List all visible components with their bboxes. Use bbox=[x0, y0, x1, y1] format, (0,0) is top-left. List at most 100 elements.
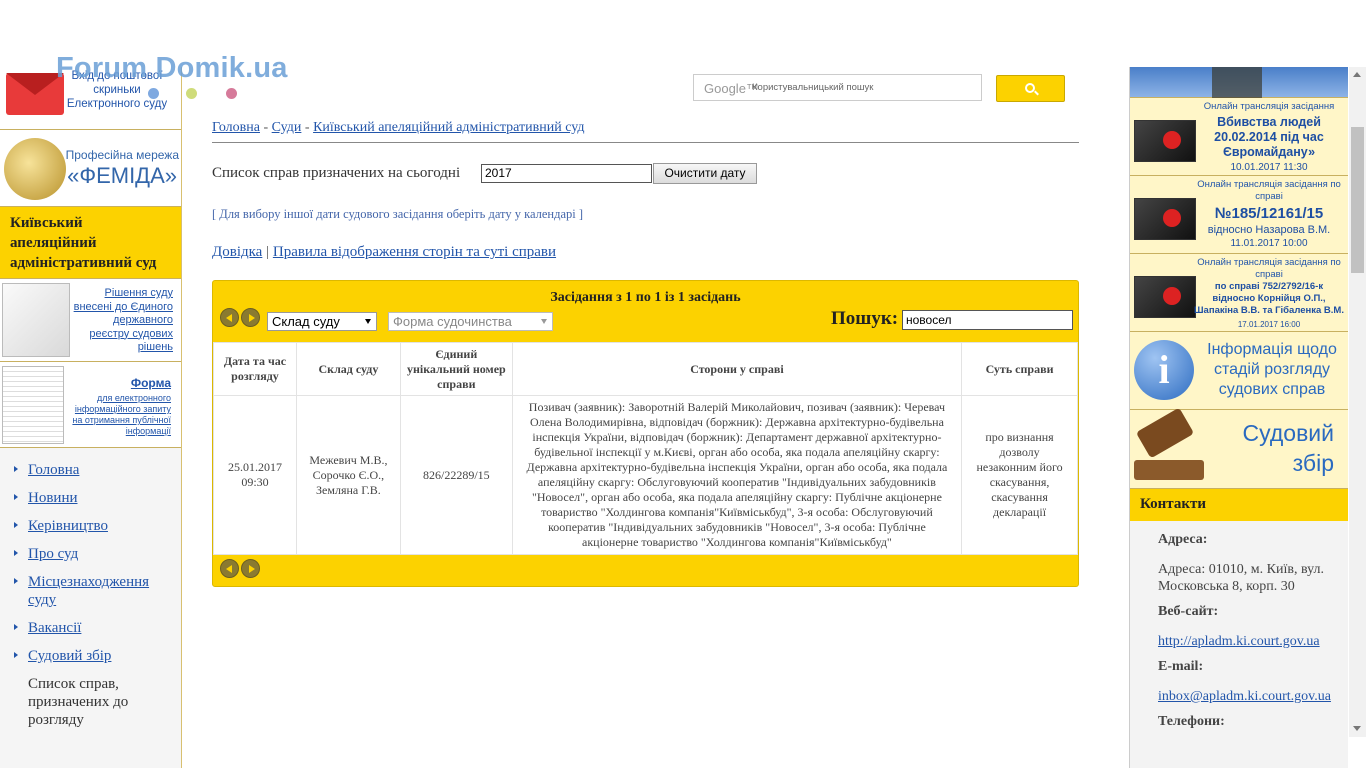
display-rules-link[interactable]: Правила відображення сторін та суті спра… bbox=[273, 244, 556, 260]
stream-header: Онлайн трансляція засідання bbox=[1203, 101, 1335, 112]
table-search-label: Пошук: bbox=[831, 308, 899, 329]
prev-page-icon[interactable] bbox=[220, 308, 239, 327]
google-logo: Google™ bbox=[704, 81, 759, 96]
cell-case-number: 826/22289/15 bbox=[399, 395, 513, 555]
stream-title: Вбивства людей 20.02.2014 під час Єврома… bbox=[1214, 115, 1324, 159]
nav-label[interactable]: Новини bbox=[28, 490, 78, 506]
document-icon bbox=[2, 366, 64, 444]
nav-item-vacancies[interactable]: Вакансії bbox=[0, 614, 181, 642]
reestr-link[interactable]: Рішення суду внесені до Єдиного державно… bbox=[73, 287, 173, 355]
stream-banner-3[interactable]: Онлайн трансляція засідання по справі по… bbox=[1130, 254, 1348, 332]
help-link[interactable]: Довідка bbox=[212, 244, 262, 260]
chevron-down-icon bbox=[365, 319, 371, 324]
address-label: Адреса: bbox=[1158, 532, 1208, 547]
cell-datetime: 25.01.2017 09:30 bbox=[213, 395, 297, 555]
stream-title: по справі 752/2792/16-к відносно Корнійц… bbox=[1194, 281, 1344, 316]
date-field[interactable]: 2017 bbox=[481, 164, 652, 183]
stream-date: 11.01.2017 10:00 bbox=[1230, 238, 1308, 249]
dot-blue-icon bbox=[148, 88, 159, 99]
col-case-number[interactable]: Єдиний унікальний номер справи bbox=[399, 342, 513, 396]
col-judges[interactable]: Склад суду bbox=[295, 342, 401, 396]
stream-title: №185/12161/15 bbox=[1214, 205, 1324, 222]
bullet-arrow-icon bbox=[14, 578, 18, 584]
next-page-bottom-icon[interactable] bbox=[241, 559, 260, 578]
nav-item-about[interactable]: Про суд bbox=[0, 540, 181, 568]
prev-page-bottom-icon[interactable] bbox=[220, 559, 239, 578]
clear-date-button[interactable]: Очистити дату bbox=[653, 163, 757, 184]
bullet-arrow-icon bbox=[14, 624, 18, 630]
breadcrumb-courts[interactable]: Суди bbox=[272, 120, 302, 135]
next-page-icon[interactable] bbox=[241, 308, 260, 327]
stream-banner-2[interactable]: Онлайн трансляція засідання по справі №1… bbox=[1130, 176, 1348, 254]
bullet-arrow-icon bbox=[14, 550, 18, 556]
reestr-banner[interactable]: Рішення суду внесені до Єдиного державно… bbox=[0, 279, 181, 362]
dot-green-icon bbox=[186, 88, 197, 99]
search-icon-handle bbox=[1034, 90, 1039, 96]
court-fee-banner[interactable]: Судовий збір bbox=[1130, 407, 1348, 489]
scroll-down-icon[interactable] bbox=[1353, 726, 1361, 731]
stream-banner-1[interactable]: Онлайн трансляція засідання Вбивства люд… bbox=[1130, 98, 1348, 176]
bullet-arrow-icon bbox=[14, 466, 18, 472]
case-stage-info-label: Інформація щодо стадій розгляду судових … bbox=[1207, 341, 1337, 398]
col-parties[interactable]: Сторони у справі bbox=[511, 342, 963, 396]
info-request-banner[interactable]: Форма для електронного інформаційного за… bbox=[0, 362, 181, 448]
nav-item-home[interactable]: Головна bbox=[0, 456, 181, 484]
breadcrumb-sep: - bbox=[263, 120, 269, 135]
proceeding-form-select[interactable]: Форма судочинства bbox=[388, 312, 553, 331]
court-composition-select[interactable]: Склад суду bbox=[267, 312, 377, 331]
phones-label: Телефони: bbox=[1158, 714, 1225, 729]
stream-date: 17.01.2017 16:00 bbox=[1237, 320, 1301, 329]
watermark-forum-domik: Forum Domik.ua bbox=[56, 52, 288, 84]
femida-banner[interactable]: Професійна мережа «ФЕМІДА» bbox=[0, 130, 181, 207]
email-link[interactable]: inbox@apladm.ki.court.gov.ua bbox=[1158, 689, 1331, 704]
site-search-input[interactable]: Google™ Користувальницький пошук bbox=[693, 74, 982, 101]
nav-item-court-fee[interactable]: Судовий збір bbox=[0, 642, 181, 670]
nav-item-news[interactable]: Новини bbox=[0, 484, 181, 512]
breadcrumb-home[interactable]: Головна bbox=[212, 120, 260, 135]
table-search-input[interactable]: новосел bbox=[902, 310, 1073, 330]
nav-label[interactable]: Судовий збір bbox=[28, 648, 111, 664]
cell-judges: Межевич М.В., Сорочко Є.О., Земляна Г.В. bbox=[295, 395, 401, 555]
breadcrumb: Головна - Суди - Київський апеляційний а… bbox=[212, 120, 585, 136]
site-search-placeholder: Користувальницький пошук bbox=[752, 82, 874, 93]
email-label: E-mail: bbox=[1158, 659, 1204, 674]
stream-header: Онлайн трансляція засідання по справі bbox=[1197, 257, 1341, 280]
scroll-up-icon[interactable] bbox=[1353, 72, 1361, 77]
bullet-arrow-icon bbox=[14, 522, 18, 528]
forma-description[interactable]: для електронного інформаційного запиту н… bbox=[71, 393, 171, 437]
scroll-thumb[interactable] bbox=[1351, 127, 1364, 273]
femida-subtitle: Професійна мережа bbox=[65, 148, 179, 162]
nav-item-leadership[interactable]: Керівництво bbox=[0, 512, 181, 540]
nav-label[interactable]: Про суд bbox=[28, 546, 78, 562]
breadcrumb-sep: - bbox=[304, 120, 310, 135]
nav-label[interactable]: Головна bbox=[28, 462, 79, 478]
col-datetime[interactable]: Дата та час розгляду bbox=[213, 342, 297, 396]
table-header-row: Дата та час розгляду Склад суду Єдиний у… bbox=[213, 342, 1078, 396]
nav-item-location[interactable]: Місцезнаходження суду bbox=[0, 568, 181, 614]
help-links: Довідка | Правила відображення сторін та… bbox=[212, 244, 556, 261]
breadcrumb-court[interactable]: Київський апеляційний адміністративний с… bbox=[313, 120, 584, 135]
page-scrollbar[interactable] bbox=[1349, 67, 1366, 737]
monument-icon bbox=[1212, 67, 1262, 98]
case-list-label: Список справ призначених на сьогодні bbox=[212, 165, 461, 181]
col-essence[interactable]: Суть справи bbox=[961, 342, 1078, 396]
link-separator: | bbox=[266, 244, 270, 260]
bullet-arrow-icon bbox=[14, 494, 18, 500]
stream-header: Онлайн трансляція засідання по справі bbox=[1197, 179, 1341, 202]
case-stage-info-banner[interactable]: i Інформація щодо стадій розгляду судови… bbox=[1130, 332, 1348, 410]
top-banner-image bbox=[1130, 67, 1348, 98]
gavel-icon bbox=[1135, 407, 1195, 459]
website-link[interactable]: http://apladm.ki.court.gov.ua bbox=[1158, 634, 1320, 649]
calendar-hint[interactable]: [ Для вибору іншої дати судового засідан… bbox=[212, 207, 583, 222]
forma-title[interactable]: Форма bbox=[131, 376, 171, 390]
hearings-table: Дата та час розгляду Склад суду Єдиний у… bbox=[213, 342, 1078, 555]
site-search-button[interactable] bbox=[996, 75, 1065, 102]
website-label: Веб-сайт: bbox=[1158, 604, 1219, 619]
table-row: 25.01.2017 09:30 Межевич М.В., Сорочко Є… bbox=[213, 395, 1078, 555]
contacts-block: Адреса: Адреса: 01010, м. Київ, вул. Мос… bbox=[1130, 521, 1348, 730]
gavel-base-icon bbox=[1134, 460, 1204, 480]
info-icon: i bbox=[1134, 340, 1194, 400]
nav-label[interactable]: Місцезнаходження суду bbox=[28, 574, 149, 608]
nav-label[interactable]: Керівництво bbox=[28, 518, 108, 534]
nav-label[interactable]: Вакансії bbox=[28, 620, 81, 636]
